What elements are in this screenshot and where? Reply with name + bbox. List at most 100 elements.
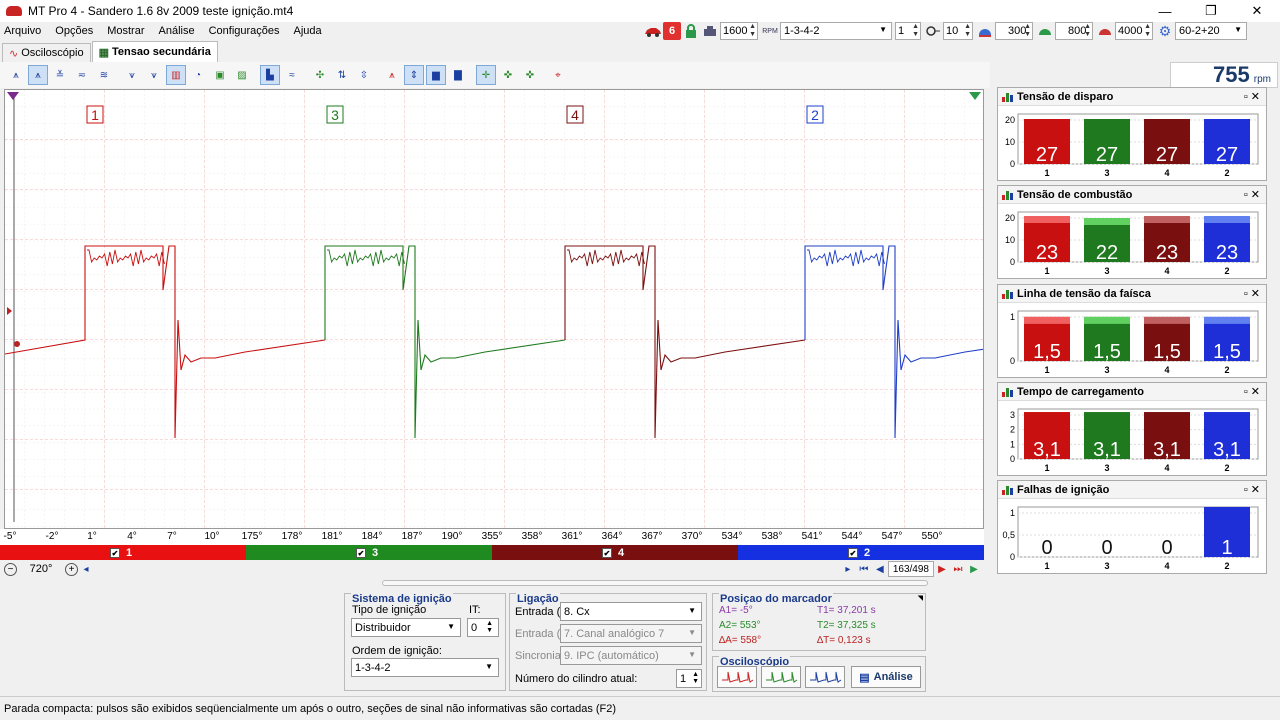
export-icon[interactable]: ▣ <box>210 65 230 85</box>
raster-view-icon[interactable]: ≋ <box>94 65 114 85</box>
tab-osciloscopio[interactable]: ∿ Osciloscópio <box>2 43 91 62</box>
gear-icon[interactable]: ⚙ <box>1156 22 1174 40</box>
cylinder-toggle-4[interactable]: ✔ 4 <box>492 545 738 560</box>
cylinder-toggle-1[interactable]: ✔ 1 <box>0 545 246 560</box>
panel-splitter[interactable] <box>382 580 928 586</box>
zoom-in-button[interactable]: + <box>65 562 78 576</box>
column-icon[interactable]: ▇ <box>448 65 468 85</box>
cylinder-checkbox[interactable]: ✔ <box>602 547 612 558</box>
cylinder-toggle-3[interactable]: ✔ 3 <box>246 545 492 560</box>
low-limit-stepper[interactable]: 300 ▲ ▼ <box>995 22 1033 40</box>
cylinder-stepper[interactable]: 1 ▲ ▼ <box>895 22 921 40</box>
stat-bar-2: 23 <box>1204 216 1250 264</box>
trigger-wheel-select[interactable]: 60-2+20 ▼ <box>1175 22 1247 40</box>
last-frame-icon[interactable]: ⏭ <box>950 561 966 577</box>
angle-tick: 7° <box>167 531 177 542</box>
analysis-button[interactable]: ▤ Análise <box>851 666 921 688</box>
play-icon[interactable]: ▶ <box>966 561 982 577</box>
stacked-view-icon[interactable]: ≚ <box>50 65 70 85</box>
mid-limit-stepper[interactable]: 800 ▲ ▼ <box>1055 22 1093 40</box>
category-label: 3 <box>1104 168 1109 178</box>
bar-measure-icon[interactable]: ▆ <box>426 65 446 85</box>
it-stepper[interactable]: 0 ▲ ▼ <box>467 618 499 637</box>
firing-order-select[interactable]: 1-3-4-2 ▼ <box>780 22 892 40</box>
panel-maximize-close-icons[interactable]: ▫ ✕ <box>1244 287 1260 300</box>
tab-tensao-secundaria[interactable]: ▦ Tensao secundária <box>91 41 218 62</box>
marker-icon[interactable]: ✣ <box>310 65 330 85</box>
menu-configuracoes[interactable]: Configurações <box>209 25 280 37</box>
menu-arquivo[interactable]: Arquivo <box>4 25 41 37</box>
first-frame-icon[interactable]: ⏮ <box>856 561 872 577</box>
scale-fit-icon[interactable]: ⇳ <box>354 65 374 85</box>
compact-view-icon[interactable]: ⩚ <box>28 65 48 85</box>
histogram-icon[interactable]: ▙ <box>260 65 280 85</box>
firing-order-lower-select[interactable]: 1-3-4-2 ▼ <box>351 658 499 677</box>
overlay-view-icon[interactable]: ≂ <box>72 65 92 85</box>
angle-stepper[interactable]: 10 ▲ ▼ <box>943 22 973 40</box>
trace-cursor2-icon[interactable]: ✜ <box>520 65 540 85</box>
current-cylinder-stepper[interactable]: 1 ▲ ▼ <box>676 669 702 688</box>
next-frame-icon[interactable]: ▶ <box>934 561 950 577</box>
high-limit-stepper[interactable]: 4000 ▲ ▼ <box>1115 22 1153 40</box>
prev-frame-icon[interactable]: ◀ <box>872 561 888 577</box>
cursor2-icon[interactable]: ⩛ <box>144 65 164 85</box>
lock-icon[interactable] <box>682 22 700 40</box>
category-label: 4 <box>1164 365 1169 375</box>
cross-cursor-icon[interactable]: ✛ <box>476 65 496 85</box>
peak-icon[interactable]: ⩚ <box>382 65 402 85</box>
scope-area[interactable]: 1 3 4 2 <box>4 89 1046 529</box>
menu-mostrar[interactable]: Mostrar <box>107 25 144 37</box>
trace-cursor-icon[interactable]: ✜ <box>498 65 518 85</box>
minimize-button[interactable]: — <box>1142 0 1188 22</box>
maximize-button[interactable]: ❐ <box>1188 0 1234 22</box>
y-tick-label: 2 <box>1010 425 1015 435</box>
image-icon[interactable]: ▨ <box>232 65 252 85</box>
stat-bar-1: 27 <box>1024 119 1070 166</box>
close-button[interactable]: ✕ <box>1234 0 1280 22</box>
v-measure-icon[interactable]: ⇕ <box>404 65 424 85</box>
entrada-value: 8. Cx <box>564 605 590 618</box>
stat-panel-2: Linha de tensão da faísca ▫ ✕ 1 0 1,5 1 1,5 3 1,… <box>997 284 1267 378</box>
category-label: 2 <box>1224 266 1229 276</box>
panel-maximize-close-icons[interactable]: ▫ ✕ <box>1244 188 1260 201</box>
entrada-select[interactable]: 8. Cx ▼ <box>560 602 702 621</box>
scope-mode1-button[interactable] <box>717 666 757 688</box>
scope-mode2-button[interactable] <box>761 666 801 688</box>
menu-ajuda[interactable]: Ajuda <box>294 25 322 37</box>
zoom-value: 720° <box>29 563 53 575</box>
scale-up-icon[interactable]: ⇅ <box>332 65 352 85</box>
panel-maximize-close-icons[interactable]: ▫ ✕ <box>1244 385 1260 398</box>
stat-bar-2: 27 <box>1204 119 1250 166</box>
stat-bar-value: 0 <box>1041 537 1052 559</box>
cylinder-checkbox[interactable]: ✔ <box>848 547 858 558</box>
scroll-left-icon[interactable]: ◂ <box>78 561 94 577</box>
bar-mode-icon[interactable]: ▥ <box>166 65 186 85</box>
stat-bar-value: 1 <box>1221 537 1232 559</box>
zoom-out-button[interactable]: − <box>4 562 17 576</box>
angle-tick: 178° <box>281 531 303 542</box>
scope-mode3-button[interactable] <box>805 666 845 688</box>
category-label: 2 <box>1224 561 1229 571</box>
scroll-right-icon[interactable]: ▸ <box>840 561 856 577</box>
panel-maximize-close-icons[interactable]: ▫ ✕ <box>1244 483 1260 496</box>
menu-opcoes[interactable]: Opções <box>55 25 93 37</box>
record-badge-icon[interactable]: 6 <box>663 22 681 40</box>
phase-icon[interactable]: ⌖ <box>548 65 568 85</box>
spin3-value: 10 <box>946 25 959 37</box>
y-tick-label: 0 <box>1010 356 1015 366</box>
cylinder-checkbox[interactable]: ✔ <box>356 547 366 558</box>
car-icon[interactable] <box>644 22 662 40</box>
cursor-icon[interactable]: ⩛ <box>122 65 142 85</box>
ignition-type-select[interactable]: Distribuidor ▼ <box>351 618 461 637</box>
marker-a2: A2= 553° <box>719 620 761 631</box>
rpm-gauge-icon[interactable]: ◔ <box>188 65 208 85</box>
angle-tick: 547° <box>881 531 903 542</box>
stat-bar-chart: 20 10 0 23 1 22 3 23 4 23 2 <box>1005 211 1259 276</box>
menu-analise[interactable]: Análise <box>159 25 195 37</box>
panel-maximize-close-icons[interactable]: ▫ ✕ <box>1244 90 1260 103</box>
rpm-limit-stepper[interactable]: 1600 ▲ ▼ <box>720 22 758 40</box>
parade-view-icon[interactable]: ⩚ <box>6 65 26 85</box>
cylinder-checkbox[interactable]: ✔ <box>110 547 120 558</box>
waves-icon[interactable]: ≈ <box>282 65 302 85</box>
cylinder-toggle-2[interactable]: ✔ 2 <box>738 545 984 560</box>
